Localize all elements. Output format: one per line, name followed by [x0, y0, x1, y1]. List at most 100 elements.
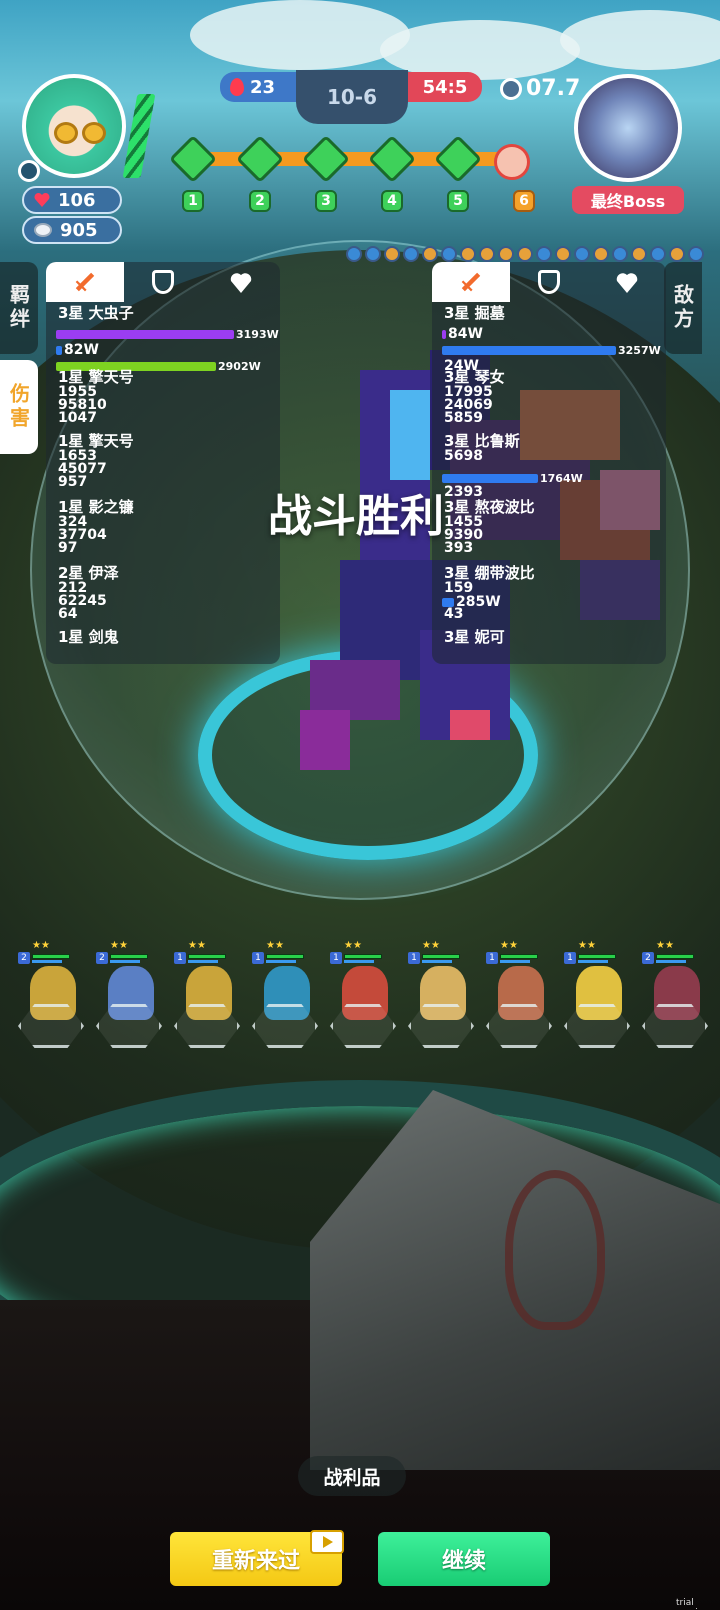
unit-stat: 1047	[58, 410, 97, 426]
hero-unit[interactable]: ★★ 1	[330, 940, 398, 1070]
star-icon: ★★	[188, 940, 206, 951]
tab-bond[interactable]: 羁绊	[0, 262, 38, 354]
tab-attack[interactable]	[46, 262, 124, 302]
hero-unit[interactable]: ★★ 1	[564, 940, 632, 1070]
hero-level: 1	[252, 952, 264, 964]
star-icon: ★★	[656, 940, 674, 951]
hero-unit[interactable]: ★★ 1	[174, 940, 242, 1070]
hero-unit[interactable]: ★★ 2	[96, 940, 164, 1070]
hero-mana-bar	[500, 960, 530, 963]
buff-icon	[669, 246, 685, 262]
buff-icon	[517, 246, 533, 262]
star-icon: ★★	[500, 940, 518, 951]
enemy-unit: 3星 掘墓	[444, 304, 505, 322]
avatar-eye	[82, 122, 106, 144]
bar-value: 3257W	[618, 344, 661, 357]
ally-unit: 2星 伊泽 212 62245 64	[58, 564, 119, 621]
tab-heal[interactable]	[202, 262, 280, 302]
tab-defense[interactable]	[510, 262, 588, 302]
sword-icon	[455, 266, 486, 297]
enemy-unit: 3星 琴女 17995 24069 5859	[444, 368, 505, 425]
unit-name: 3星 大虫子	[58, 304, 134, 322]
ally-unit: 1星 影之镰 324 37704 97	[58, 498, 134, 555]
buff-icon	[479, 246, 495, 262]
hero-unit[interactable]: ★★ 2	[18, 940, 86, 1070]
continue-button-label: 继续	[441, 1549, 486, 1574]
tab-enemy[interactable]: 敌方	[664, 262, 702, 354]
hero-hp-bar	[578, 954, 616, 959]
ally-score-value: 23	[250, 76, 276, 98]
retry-button-label: 重新来过	[211, 1549, 300, 1574]
victory-banner: 战斗胜利	[268, 491, 444, 542]
buff-icon	[650, 246, 666, 262]
player-coins-value: 905	[60, 219, 98, 241]
hero-hp-bar	[656, 954, 694, 959]
ally-unit: 1星 剑鬼	[58, 628, 119, 646]
hero-mana-bar	[188, 960, 218, 963]
star-icon: ★★	[578, 940, 596, 951]
flame-icon	[230, 78, 244, 96]
enemy-unit-extra: 43	[444, 606, 464, 622]
star-icon: ★★	[32, 940, 50, 951]
hero-mana-bar	[578, 960, 608, 963]
enemy-stats-panel: 3星 掘墓 84W 3257W 24W 3星 琴女 17995 24069 58…	[432, 262, 666, 664]
settings-gear-icon[interactable]	[18, 160, 40, 182]
hero-unit[interactable]: ★★ 1	[408, 940, 476, 1070]
player-hp: 106	[22, 186, 122, 214]
ally-panel-tabs	[46, 262, 280, 302]
stone-emblem	[505, 1170, 605, 1330]
player-coins: 905	[22, 216, 122, 244]
shield-bar	[56, 346, 62, 355]
unit-stat: 5698	[444, 448, 483, 464]
star-icon: ★★	[344, 940, 362, 951]
unit-name: 3星 妮可	[444, 628, 505, 646]
stage-number-boss: 6	[513, 190, 535, 212]
hero-mana-bar	[266, 960, 296, 963]
buff-icon	[403, 246, 419, 262]
round-value: 10-6	[326, 85, 378, 109]
buff-icon	[384, 246, 400, 262]
stage-number: 3	[315, 190, 337, 212]
hero-level: 2	[96, 952, 108, 964]
hero-mana-bar	[110, 960, 140, 963]
hero-level: 2	[18, 952, 30, 964]
star-icon: ★★	[110, 940, 128, 951]
damage-bar	[56, 330, 234, 339]
enemy-unit: 3星 比鲁斯 5698	[444, 432, 520, 463]
enemy-unit: 3星 绷带波比 159	[444, 564, 535, 595]
player-avatar[interactable]	[22, 74, 126, 178]
bar-value: 2902W	[218, 360, 261, 373]
buff-icon	[612, 246, 628, 262]
shield-icon	[538, 270, 560, 294]
timer-value: 07.7	[526, 76, 581, 101]
bar-value: 82W	[64, 342, 99, 358]
tab-damage[interactable]: 伤害	[0, 360, 38, 454]
unit-stat: 43	[444, 606, 464, 622]
cloud	[190, 0, 410, 70]
ally-unit: 1星 擎天号 1955 95810 1047	[58, 368, 134, 425]
buff-icon	[631, 246, 647, 262]
continue-button[interactable]: 继续	[378, 1532, 550, 1586]
heart-icon	[34, 193, 50, 207]
hero-unit[interactable]: ★★ 1	[252, 940, 320, 1070]
hero-mana-bar	[32, 960, 62, 963]
tab-heal[interactable]	[588, 262, 666, 302]
hero-mana-bar	[656, 960, 686, 963]
buff-icon	[365, 246, 381, 262]
tab-attack[interactable]	[432, 262, 510, 302]
boss-avatar[interactable]	[574, 74, 682, 182]
video-ad-icon	[310, 1530, 344, 1554]
heart-icon	[229, 271, 253, 293]
coin-icon	[34, 223, 52, 237]
hero-unit[interactable]: ★★ 1	[486, 940, 554, 1070]
stage-number: 2	[249, 190, 271, 212]
hero-unit[interactable]: ★★ 2	[642, 940, 710, 1070]
star-icon: ★★	[422, 940, 440, 951]
loot-label[interactable]: 战利品	[298, 1456, 406, 1496]
damage-bar	[442, 330, 446, 339]
unit-stat: 97	[58, 540, 78, 556]
ally-score: 23	[220, 72, 296, 102]
enemy-unit: 3星 妮可	[444, 628, 505, 646]
boss-label-text: 最终Boss	[590, 192, 666, 211]
tab-defense[interactable]	[124, 262, 202, 302]
